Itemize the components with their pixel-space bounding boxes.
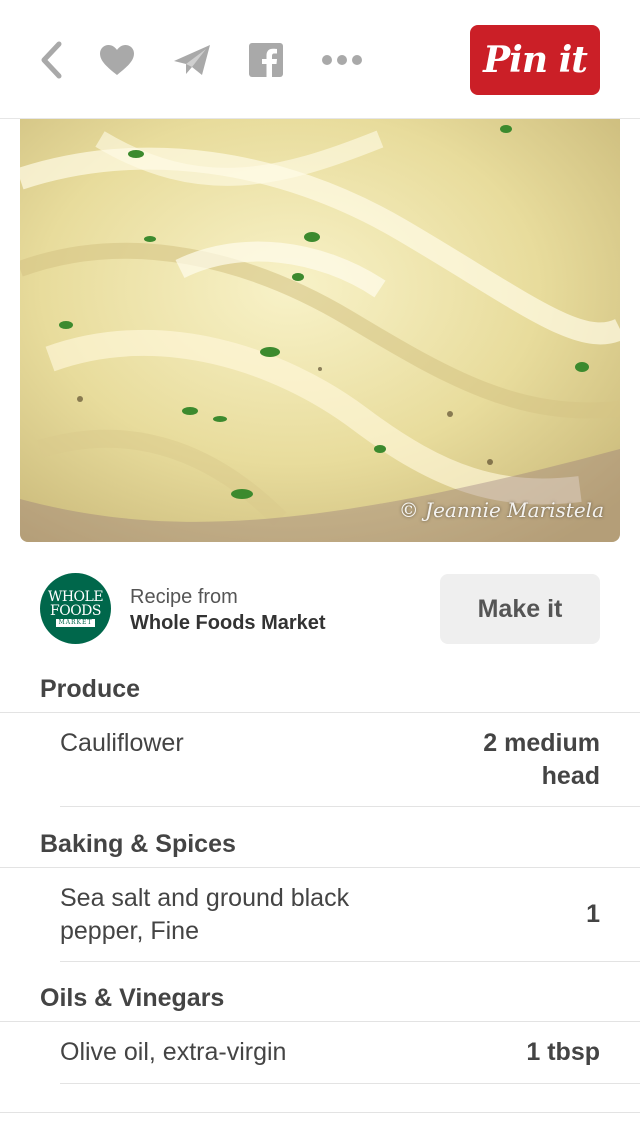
- pin-it-button[interactable]: Pin it: [470, 25, 600, 95]
- logo-line-1: WHOLE: [47, 589, 104, 605]
- logo-line-2: FOODS: [50, 603, 101, 619]
- ingredient-quantity: 1: [586, 900, 600, 928]
- recipe-from-label: Recipe from: [130, 586, 238, 608]
- back-icon[interactable]: [36, 38, 66, 82]
- facebook-icon[interactable]: [249, 38, 283, 82]
- ingredient-name: Sea salt and ground black pepper, Fine: [60, 882, 420, 948]
- section-header-oils-vinegars: Oils & Vinegars: [40, 984, 225, 1012]
- divider: [60, 806, 640, 807]
- divider: [60, 961, 640, 962]
- make-it-button[interactable]: Make it: [440, 574, 600, 644]
- section-header-baking-spices: Baking & Spices: [40, 830, 236, 858]
- logo-line-3: MARKET: [55, 619, 96, 627]
- ingredient-name-line-1: Sea salt and ground black: [60, 884, 350, 912]
- mashed-cauliflower-image: [20, 119, 620, 542]
- whole-foods-logo[interactable]: WHOLE FOODS MARKET: [40, 573, 111, 644]
- divider: [0, 867, 640, 868]
- recipe-source-row: WHOLE FOODS MARKET Recipe from Whole Foo…: [0, 560, 640, 660]
- ingredient-name-line-2: pepper, Fine: [60, 917, 199, 945]
- ingredient-quantity: 2 medium head: [400, 727, 600, 793]
- top-toolbar: Pin it: [0, 0, 640, 119]
- divider: [0, 1021, 640, 1022]
- divider: [0, 1112, 640, 1113]
- ingredient-name: Olive oil, extra-virgin: [60, 1038, 287, 1066]
- more-icon[interactable]: [320, 38, 364, 82]
- section-header-produce: Produce: [40, 675, 141, 703]
- heart-icon[interactable]: [98, 38, 136, 82]
- recipe-source-name[interactable]: Whole Foods Market: [130, 612, 326, 635]
- recipe-photo[interactable]: © Jeannie Maristela: [20, 119, 620, 542]
- photo-watermark: © Jeannie Maristela: [398, 498, 604, 522]
- ingredient-quantity: 1 tbsp: [526, 1038, 600, 1066]
- quantity-line-2: head: [541, 762, 600, 790]
- ingredient-name: Cauliflower: [60, 729, 184, 757]
- quantity-line-1: 2 medium: [483, 729, 600, 757]
- divider: [0, 712, 640, 713]
- send-icon[interactable]: [171, 38, 213, 82]
- divider: [60, 1083, 640, 1084]
